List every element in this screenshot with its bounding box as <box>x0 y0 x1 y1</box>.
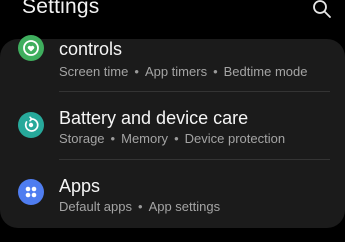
subtitle-item: Device protection <box>184 131 286 146</box>
digital-wellbeing-icon <box>18 35 44 61</box>
app-header: Settings <box>0 0 345 30</box>
settings-item-battery-device-care[interactable]: Battery and device care Storage • Memory • D… <box>0 92 345 159</box>
subtitle-item: App timers <box>144 64 208 79</box>
row-subtitle: Storage • Memory • Device protection <box>59 131 286 146</box>
settings-item-digital-wellbeing[interactable]: controls Screen time • App timers • Bedtime … <box>0 35 345 91</box>
search-button[interactable] <box>310 0 334 22</box>
row-subtitle: Default apps • App settings <box>59 199 221 214</box>
row-title: Apps <box>59 176 101 196</box>
search-icon <box>313 0 331 18</box>
subtitle-item: Screen time <box>59 64 129 79</box>
subtitle-item: Storage <box>59 131 105 146</box>
apps-icon <box>18 179 44 205</box>
row-subtitle: Screen time • App timers • Bedtime mode <box>59 64 308 79</box>
subtitle-item: App settings <box>148 199 221 214</box>
page-title: Settings <box>22 0 100 18</box>
subtitle-item: Memory <box>121 131 169 146</box>
subtitle-item: Default apps <box>59 199 132 214</box>
row-title: Battery and device care <box>59 108 249 128</box>
device-care-icon <box>18 112 44 138</box>
subtitle-item: Bedtime mode <box>223 64 308 79</box>
settings-item-apps[interactable]: Apps Default apps • App settings <box>0 160 345 228</box>
row-title: controls <box>59 39 123 59</box>
